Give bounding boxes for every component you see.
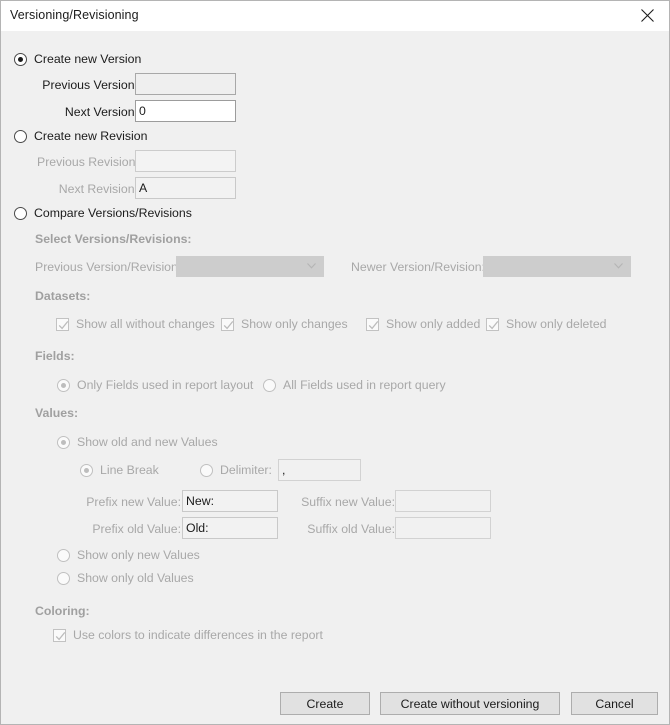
label-newer-version-revision: Newer Version/Revision: bbox=[351, 260, 485, 274]
radio-indicator bbox=[263, 378, 276, 392]
checkbox-show-all-without-changes[interactable]: Show all without changes bbox=[56, 317, 215, 331]
versioning-dialog: Versioning/Revisioning Create new Versio… bbox=[0, 0, 670, 725]
checkbox-show-only-deleted[interactable]: Show only deleted bbox=[486, 317, 607, 331]
header-fields: Fields: bbox=[35, 349, 75, 363]
input-suffix-new-value[interactable] bbox=[395, 490, 491, 512]
checkbox-label: Show only changes bbox=[241, 317, 348, 331]
checkbox-show-only-changes[interactable]: Show only changes bbox=[221, 317, 348, 331]
radio-indicator bbox=[80, 463, 93, 477]
radio-label: Compare Versions/Revisions bbox=[34, 206, 192, 220]
checkbox-show-only-added[interactable]: Show only added bbox=[366, 317, 480, 331]
input-previous-revision[interactable] bbox=[135, 150, 236, 172]
input-previous-version[interactable] bbox=[135, 73, 236, 95]
window-title: Versioning/Revisioning bbox=[10, 8, 139, 22]
radio-indicator bbox=[200, 463, 213, 477]
label-prefix-new-value: Prefix new Value: bbox=[86, 495, 181, 509]
radio-show-old-and-new-values[interactable]: Show old and new Values bbox=[57, 435, 218, 449]
label-suffix-old-value: Suffix old Value: bbox=[307, 522, 395, 536]
radio-all-fields-report-query[interactable]: All Fields used in report query bbox=[263, 378, 446, 392]
checkbox-indicator bbox=[221, 317, 234, 331]
close-glyph bbox=[640, 9, 654, 22]
label-prefix-old-value: Prefix old Value: bbox=[92, 522, 181, 536]
label-suffix-new-value: Suffix new Value: bbox=[301, 495, 395, 509]
radio-indicator bbox=[57, 435, 70, 449]
header-select-versions: Select Versions/Revisions: bbox=[35, 232, 192, 246]
input-prefix-old-value[interactable] bbox=[182, 517, 278, 539]
radio-label: All Fields used in report query bbox=[283, 378, 446, 392]
radio-indicator bbox=[14, 52, 27, 66]
chevron-down-icon bbox=[614, 263, 623, 269]
label-previous-revision: Previous Revision: bbox=[37, 155, 139, 169]
checkbox-label: Show only added bbox=[386, 317, 481, 331]
check-icon bbox=[368, 320, 379, 329]
close-icon[interactable] bbox=[625, 1, 669, 30]
cancel-button[interactable]: Cancel bbox=[571, 692, 658, 715]
radio-label: Show old and new Values bbox=[77, 435, 218, 449]
checkbox-indicator bbox=[486, 317, 499, 331]
checkbox-use-colors[interactable]: Use colors to indicate differences in th… bbox=[53, 628, 323, 642]
radio-label: Create new Revision bbox=[34, 129, 148, 143]
checkbox-label: Show only deleted bbox=[506, 317, 607, 331]
checkbox-label: Show all without changes bbox=[76, 317, 215, 331]
label-previous-version: Previous Version: bbox=[42, 78, 138, 92]
radio-line-break[interactable]: Line Break bbox=[80, 463, 159, 477]
check-icon bbox=[58, 320, 69, 329]
checkbox-indicator bbox=[56, 317, 69, 331]
checkbox-indicator bbox=[366, 317, 379, 331]
radio-label: Show only new Values bbox=[77, 548, 200, 562]
radio-indicator bbox=[57, 571, 70, 585]
dialog-content: Create new Version Previous Version: Nex… bbox=[1, 31, 669, 724]
radio-indicator bbox=[14, 129, 27, 143]
checkbox-label: Use colors to indicate differences in th… bbox=[73, 628, 323, 642]
label-next-revision: Next Revision: bbox=[58, 182, 138, 196]
checkbox-indicator bbox=[53, 628, 66, 642]
radio-only-fields-report-layout[interactable]: Only Fields used in report layout bbox=[57, 378, 253, 392]
header-values: Values: bbox=[35, 406, 79, 420]
label-next-version: Next Version: bbox=[64, 105, 138, 119]
radio-label: Only Fields used in report layout bbox=[77, 378, 254, 392]
header-datasets: Datasets: bbox=[35, 289, 91, 303]
input-suffix-old-value[interactable] bbox=[395, 517, 491, 539]
check-icon bbox=[55, 631, 66, 640]
dropdown-newer-version-revision[interactable] bbox=[483, 256, 631, 277]
radio-indicator bbox=[14, 206, 27, 220]
radio-show-only-old-values[interactable]: Show only old Values bbox=[57, 571, 194, 585]
radio-label: Show only old Values bbox=[77, 571, 194, 585]
label-previous-version-revision: Previous Version/Revision: bbox=[35, 260, 182, 274]
create-button[interactable]: Create bbox=[280, 692, 370, 715]
dropdown-previous-version-revision[interactable] bbox=[176, 256, 324, 277]
input-prefix-new-value[interactable] bbox=[182, 490, 278, 512]
radio-delimiter[interactable]: Delimiter: bbox=[200, 463, 272, 477]
radio-create-new-revision[interactable]: Create new Revision bbox=[14, 129, 147, 143]
radio-indicator bbox=[57, 548, 70, 562]
radio-label: Delimiter: bbox=[220, 463, 272, 477]
input-next-version[interactable] bbox=[135, 100, 236, 122]
radio-show-only-new-values[interactable]: Show only new Values bbox=[57, 548, 200, 562]
title-bar: Versioning/Revisioning bbox=[1, 1, 669, 32]
input-delimiter[interactable] bbox=[278, 459, 361, 481]
header-coloring: Coloring: bbox=[35, 604, 90, 618]
radio-create-new-version[interactable]: Create new Version bbox=[14, 52, 141, 66]
input-next-revision[interactable] bbox=[135, 177, 236, 199]
radio-compare-versions-revisions[interactable]: Compare Versions/Revisions bbox=[14, 206, 192, 220]
chevron-down-icon bbox=[307, 263, 316, 269]
radio-label: Line Break bbox=[100, 463, 159, 477]
check-icon bbox=[223, 320, 234, 329]
create-without-versioning-button[interactable]: Create without versioning bbox=[380, 692, 560, 715]
radio-label: Create new Version bbox=[34, 52, 142, 66]
radio-indicator bbox=[57, 378, 70, 392]
check-icon bbox=[488, 320, 499, 329]
